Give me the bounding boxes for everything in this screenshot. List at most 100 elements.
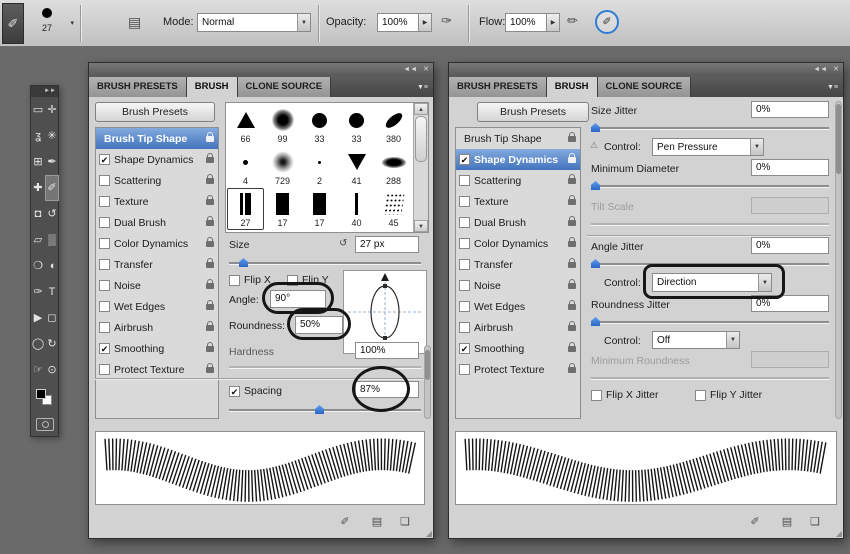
chevron-down-icon[interactable]: ▼ [726,332,739,348]
brush-preset-fuzzy-729[interactable]: 729 [264,146,301,188]
blur-tool[interactable]: ❍ [31,253,45,279]
brush-section-scattering[interactable]: Scattering [96,170,218,191]
checkbox[interactable] [287,275,298,286]
size-control-dropdown[interactable]: Pen Pressure ▼ [652,138,764,156]
brush-section-smoothing[interactable]: ✔Smoothing [96,338,218,359]
color-swatches[interactable] [31,386,59,412]
brush-preset-speckle-45[interactable]: 45 [375,188,412,230]
brush-section-noise[interactable]: Noise [456,275,580,296]
chevron-down-icon[interactable]: ▼ [758,274,771,291]
pressure-size-toggle[interactable]: ✐ [595,10,619,34]
brush-preset-small-dot-4[interactable]: 4 [227,146,264,188]
brush-section-airbrush[interactable]: Airbrush [456,317,580,338]
tab-brush-presets[interactable]: BRUSH PRESETS [449,77,547,97]
brush-section-color-dynamics[interactable]: Color Dynamics [96,233,218,254]
new-brush-icon[interactable]: ❏ [395,515,415,528]
collapse-icon[interactable]: ◄◄ [403,66,417,73]
angle-input[interactable]: 90° [270,290,326,308]
slider-thumb[interactable] [591,317,600,326]
roundness-input[interactable]: 50% [295,316,343,334]
brush-section-airbrush[interactable]: Airbrush [96,317,218,338]
roundness-jitter-slider[interactable] [591,317,829,327]
rotate-view-tool[interactable]: ↻ [45,331,59,357]
checkbox[interactable] [591,390,602,401]
brush-preset-tiny-dot-2[interactable]: 2 [301,146,338,188]
checkbox[interactable]: ✔ [99,343,110,354]
gradient-tool[interactable]: ▒ [45,227,59,253]
checkbox[interactable]: ✔ [459,343,470,354]
close-icon[interactable]: ✕ [423,66,429,73]
spacing-input[interactable]: 87% [355,381,419,398]
brush-preset-ellipse-horizontal-288[interactable]: 288 [375,146,412,188]
eyedropper-tool[interactable]: ✒ [45,149,59,175]
zoom-tool[interactable]: ⊙ [45,357,59,383]
3d-rotate-tool[interactable]: ◯ [31,331,45,357]
type-tool[interactable]: T [45,279,59,305]
brush-section-smoothing[interactable]: ✔Smoothing [456,338,580,359]
checkbox[interactable] [99,280,110,291]
airbrush-toggle[interactable]: ✏ [567,13,578,29]
tab-clone-source[interactable]: CLONE SOURCE [598,77,692,97]
slider-thumb[interactable] [591,181,600,190]
checkbox[interactable] [459,175,470,186]
brush-preset-ellipse-diagonal-380[interactable]: 380 [375,104,412,146]
tools-panel-header[interactable]: ►► [31,86,58,97]
checkbox[interactable] [99,301,110,312]
checkbox[interactable] [99,217,110,228]
pressure-opacity-toggle[interactable]: ✑ [441,13,452,29]
opacity-slider-arrow[interactable]: ▶ [419,13,432,32]
lasso-tool[interactable]: ʓ [31,123,45,149]
brush-preset-triangle-down-41[interactable]: 41 [338,146,375,188]
scrollbar-thumb[interactable] [415,116,427,162]
brush-tool[interactable]: ✐ [45,175,59,201]
slider-thumb[interactable] [315,405,324,414]
panel-header[interactable]: ◄◄ ✕ [449,63,843,76]
hardness-input[interactable]: 100% [355,342,419,359]
checkbox[interactable] [99,259,110,270]
brush-presets-button[interactable]: Brush Presets [477,102,589,122]
brush-section-dual-brush[interactable]: Dual Brush [96,212,218,233]
live-preview-icon[interactable]: ✐ [335,515,355,528]
reset-size-button[interactable]: ↺ [339,238,347,249]
tab-brush[interactable]: BRUSH [187,77,238,97]
brush-section-scattering[interactable]: Scattering [456,170,580,191]
flip-y-jitter-checkbox[interactable]: Flip Y Jitter [695,389,762,401]
flip-x-checkbox[interactable]: Flip X [229,274,271,286]
checkbox[interactable] [459,196,470,207]
shape-tool[interactable]: ◻ [45,305,59,331]
size-input[interactable]: 27 px [355,236,419,253]
size-jitter-input[interactable]: 0% [751,101,829,118]
checkbox[interactable]: ✔ [99,154,110,165]
flip-x-jitter-checkbox[interactable]: Flip X Jitter [591,389,659,401]
close-icon[interactable]: ✕ [833,66,839,73]
panel-scrollbar[interactable] [835,101,842,419]
chevron-down-icon[interactable]: ▼ [750,139,763,155]
toggle-brush-presets-button[interactable]: ▤ [128,14,141,31]
brush-section-wet-edges[interactable]: Wet Edges [96,296,218,317]
grid-scrollbar[interactable]: ▲ ▼ [413,103,428,232]
brush-section-dual-brush[interactable]: Dual Brush [456,212,580,233]
mode-dropdown[interactable]: Normal ▼ [197,13,311,32]
checkbox[interactable] [459,238,470,249]
brush-section-shape-dynamics[interactable]: ✔Shape Dynamics [456,149,580,170]
panel-menu-icon[interactable]: ▼≡ [827,84,843,97]
checkbox[interactable]: ✔ [459,154,470,165]
brush-section-shape-dynamics[interactable]: ✔Shape Dynamics [96,149,218,170]
angle-jitter-slider[interactable] [591,259,829,269]
brush-section-color-dynamics[interactable]: Color Dynamics [456,233,580,254]
preset-manager-icon[interactable]: ▤ [367,515,387,528]
checkbox[interactable] [459,280,470,291]
panel-menu-icon[interactable]: ▼≡ [417,84,433,97]
brush-section-transfer[interactable]: Transfer [96,254,218,275]
scrollbar-thumb[interactable] [836,104,841,174]
brush-preset-triangle-up-66[interactable]: 66 [227,104,264,146]
slider-thumb[interactable] [239,258,248,267]
spot-healing-brush-tool[interactable]: ✚ [31,175,45,201]
eraser-tool[interactable]: ▱ [31,227,45,253]
brush-section-texture[interactable]: Texture [456,191,580,212]
brush-section-transfer[interactable]: Transfer [456,254,580,275]
scroll-down-icon[interactable]: ▼ [414,220,428,232]
scroll-up-icon[interactable]: ▲ [414,103,428,115]
checkbox[interactable] [99,238,110,249]
checkbox[interactable] [99,364,110,375]
